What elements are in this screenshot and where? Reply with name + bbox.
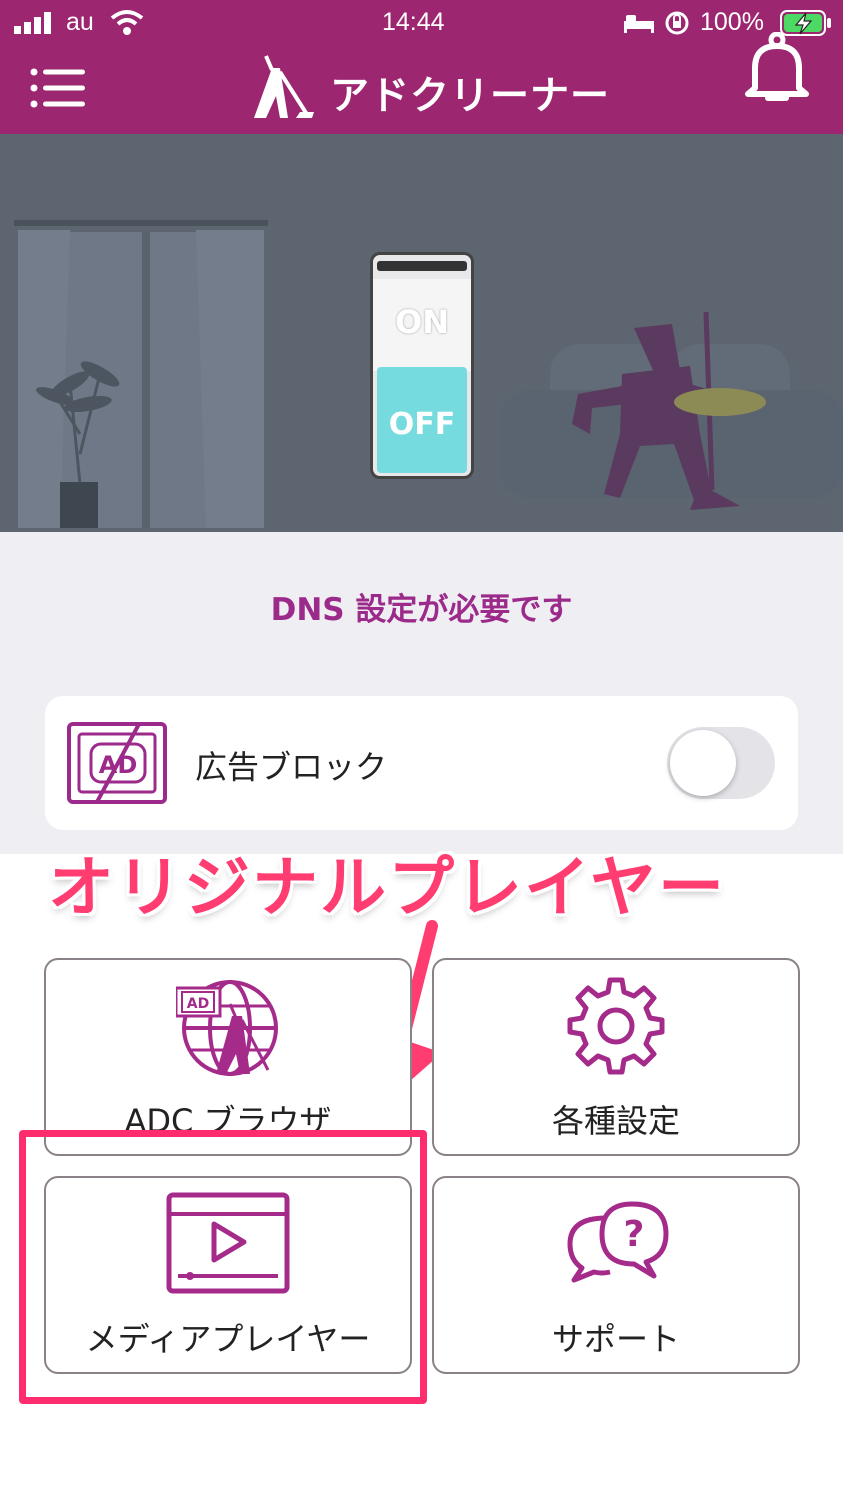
app-header: アドクリーナー [0, 32, 843, 134]
power-switch[interactable]: ON OFF [370, 252, 474, 479]
ad-block-card: AD 広告ブロック [45, 696, 798, 830]
tile-support[interactable]: ? サポート [432, 1176, 800, 1374]
tile-settings[interactable]: 各種設定 [432, 958, 800, 1156]
rotation-lock-icon [665, 11, 689, 35]
hamburger-menu-icon[interactable] [30, 68, 88, 108]
annotation-highlight-box [19, 1130, 427, 1404]
hero-illustration: ON OFF [0, 134, 843, 532]
app-title: アドクリーナー [330, 74, 611, 119]
globe-browser-icon: AD [176, 980, 278, 1076]
status-time: 14:44 [382, 8, 445, 36]
ad-block-icon: AD [67, 722, 167, 804]
carrier-label: au [66, 8, 94, 36]
status-section: DNS 設定が必要です AD 広告ブロック [0, 532, 843, 854]
bell-icon[interactable] [742, 32, 812, 108]
support-badge-text: ? [624, 1214, 645, 1255]
gear-icon [567, 977, 665, 1075]
tile-label: サポート [551, 1320, 680, 1358]
toggle-knob [670, 730, 736, 796]
sleep-bed-icon [624, 15, 654, 33]
wifi-icon [110, 10, 144, 35]
annotation-callout: オリジナルプレイヤー [48, 849, 727, 926]
switch-top-edge [377, 261, 467, 271]
ad-block-toggle[interactable] [667, 727, 775, 799]
app-logo-icon [254, 55, 314, 118]
dns-notice: DNS 設定が必要です [270, 592, 573, 628]
browser-badge-text: AD [187, 996, 209, 1012]
switch-off-label: OFF [388, 407, 456, 442]
cellular-signal-icon [14, 12, 51, 34]
status-bar: au 14:44 100% [0, 0, 843, 50]
ad-block-label: 広告ブロック [195, 748, 388, 786]
switch-on-label: ON [395, 303, 449, 341]
tile-label: 各種設定 [551, 1102, 680, 1140]
tile-adc-browser[interactable]: AD ADC ブラウザ [44, 958, 412, 1156]
help-chat-icon: ? [567, 1201, 669, 1283]
